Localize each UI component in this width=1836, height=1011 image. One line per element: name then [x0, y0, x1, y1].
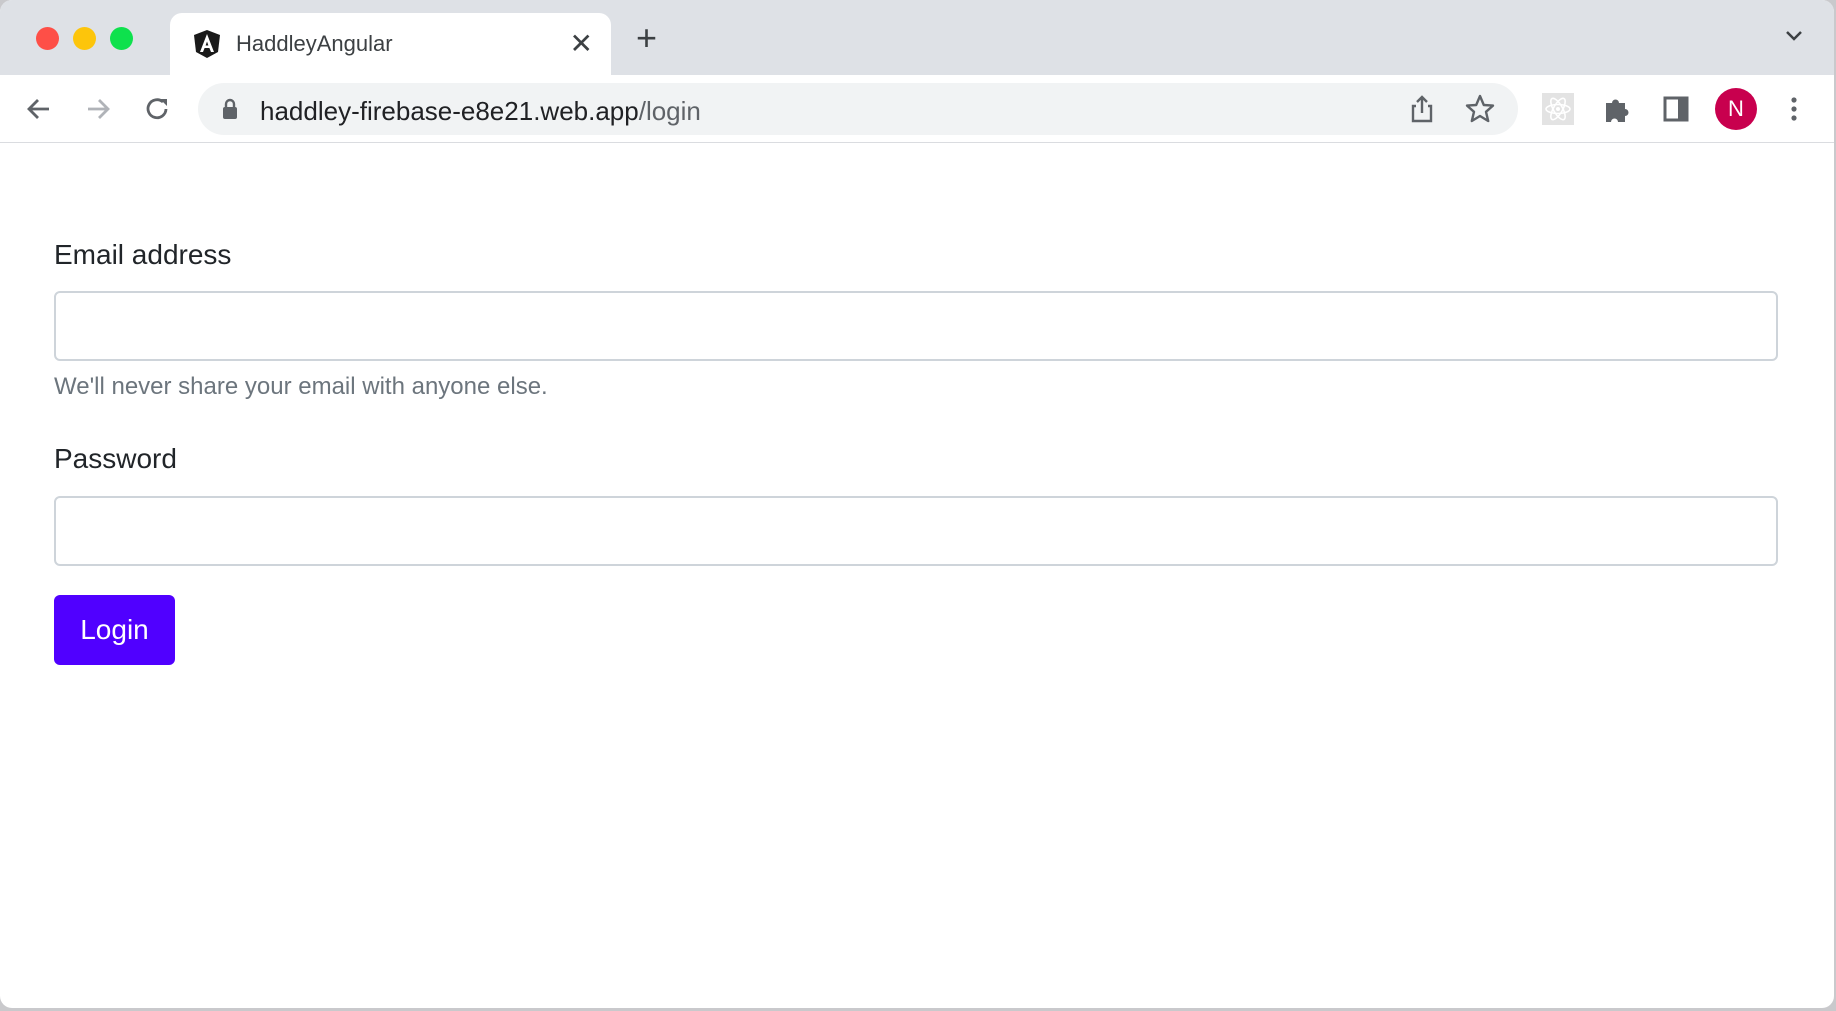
share-icon[interactable]: [1404, 91, 1440, 127]
tab-bar: HaddleyAngular ✕ +: [0, 0, 1834, 75]
chevron-down-icon[interactable]: [1784, 28, 1804, 42]
address-bar[interactable]: haddley-firebase-e8e21.web.app/login: [198, 83, 1518, 135]
toolbar: haddley-firebase-e8e21.web.app/login N: [0, 75, 1834, 143]
password-input[interactable]: [54, 496, 1778, 566]
login-button[interactable]: Login: [54, 595, 175, 665]
url-path: /login: [638, 96, 701, 126]
maximize-window-button[interactable]: [110, 27, 133, 50]
email-label: Email address: [54, 239, 232, 270]
lock-icon[interactable]: [222, 98, 238, 120]
email-input[interactable]: [54, 291, 1778, 361]
extensions-puzzle-icon[interactable]: [1599, 91, 1635, 127]
url-text[interactable]: haddley-firebase-e8e21.web.app/login: [260, 96, 701, 127]
react-devtools-icon[interactable]: [1542, 93, 1574, 125]
minimize-window-button[interactable]: [73, 27, 96, 50]
close-window-button[interactable]: [36, 27, 59, 50]
new-tab-icon[interactable]: +: [636, 20, 657, 56]
forward-icon[interactable]: [80, 91, 116, 127]
angular-icon: [194, 30, 220, 58]
profile-avatar[interactable]: N: [1715, 88, 1757, 130]
browser-window: HaddleyAngular ✕ + haddley-firebase-e8e2…: [0, 0, 1834, 1008]
tab-title: HaddleyAngular: [236, 31, 393, 56]
password-label: Password: [54, 443, 177, 474]
tab-active[interactable]: HaddleyAngular ✕: [170, 13, 611, 75]
side-panel-icon[interactable]: [1658, 91, 1694, 127]
bookmark-star-icon[interactable]: [1462, 91, 1498, 127]
close-tab-icon[interactable]: ✕: [570, 27, 593, 60]
back-icon[interactable]: [21, 91, 57, 127]
url-host: haddley-firebase-e8e21.web.app: [260, 96, 639, 126]
more-menu-icon[interactable]: [1776, 91, 1812, 127]
reload-icon[interactable]: [139, 91, 175, 127]
email-help-text: We'll never share your email with anyone…: [54, 373, 548, 400]
